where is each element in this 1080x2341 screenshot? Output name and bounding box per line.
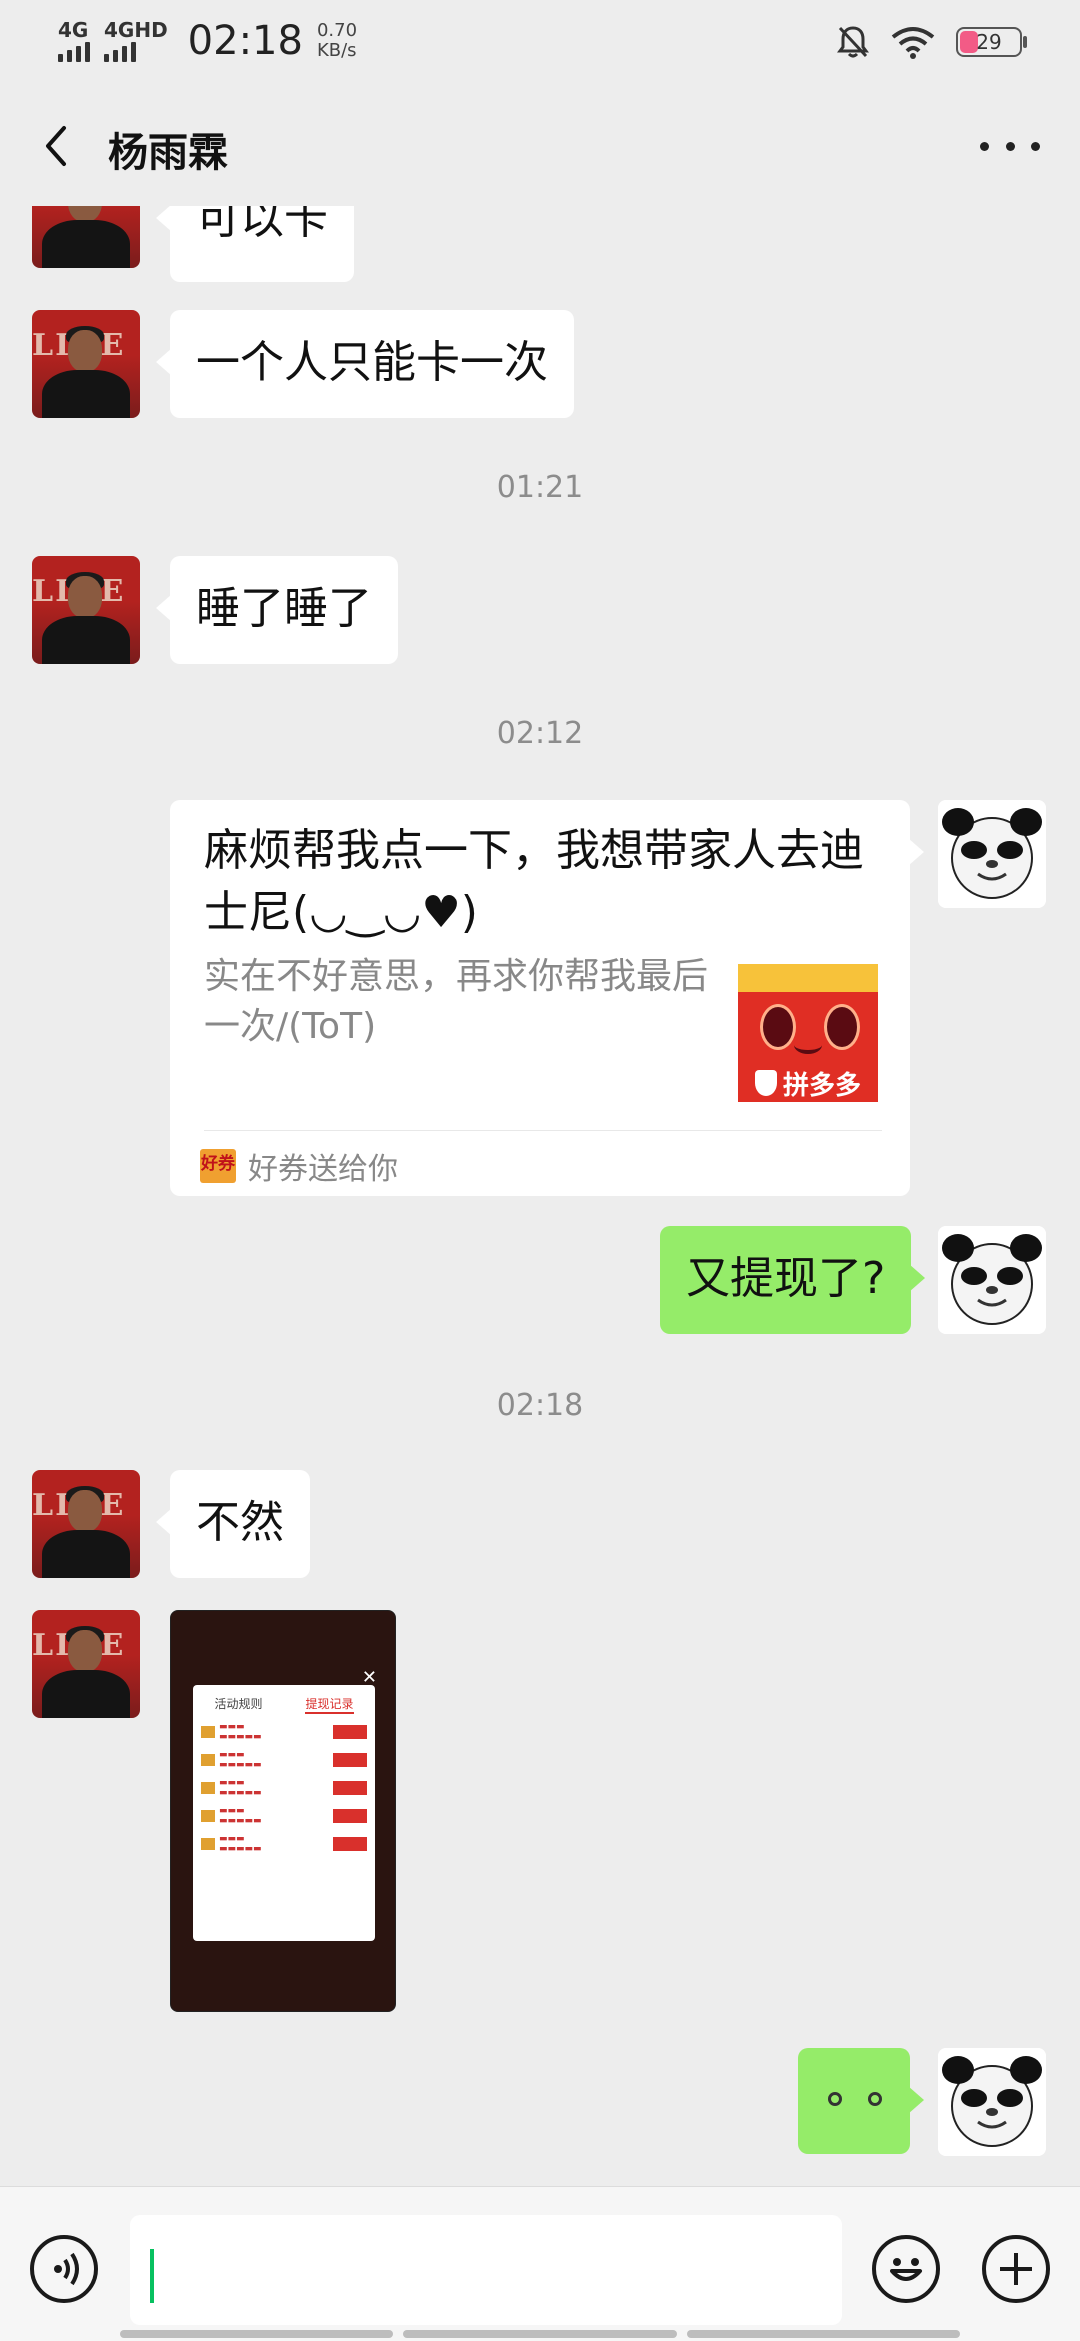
battery-icon: 29: [956, 27, 1027, 57]
contact-avatar[interactable]: LINE: [32, 556, 140, 664]
message-bubble[interactable]: 又提现了?: [660, 1226, 926, 1334]
card-thumbnail: 拼多多: [738, 964, 878, 1102]
divider: [204, 1130, 882, 1131]
home-indicator: [120, 2330, 960, 2338]
emoji-icon[interactable]: [872, 2235, 940, 2303]
message-bubble[interactable]: 睡了睡了: [156, 556, 398, 664]
wifi-icon: [891, 27, 935, 59]
my-avatar[interactable]: [938, 800, 1046, 908]
chat-header: 杨雨霖: [0, 86, 1080, 206]
signal-icon: [58, 40, 90, 62]
screenshot-tab: 活动规则: [214, 1697, 263, 1711]
contact-avatar[interactable]: LINE: [32, 1610, 140, 1718]
panda-face-icon: [938, 800, 1046, 908]
panda-face-icon: [938, 1226, 1046, 1334]
chevron-left-icon[interactable]: [36, 124, 80, 168]
screenshot-dialog: 活动规则 提现记录 ▬▬▬ ▬▬▬▬▬ ▬▬▬ ▬▬▬▬▬ ▬▬▬ ▬▬▬▬▬ ▬▬▬…: [193, 1685, 375, 1941]
message-text: 又提现了?: [686, 1253, 886, 1304]
message-bubble[interactable]: [798, 2048, 924, 2154]
battery-level: 29: [976, 30, 1002, 54]
shield-icon: [754, 1070, 777, 1096]
page-title: 杨雨霖: [108, 130, 228, 176]
my-avatar[interactable]: [938, 1226, 1046, 1334]
source-label: 好券送给你: [248, 1152, 398, 1187]
message-bubble[interactable]: 不然: [156, 1470, 310, 1578]
voice-icon[interactable]: [30, 2235, 98, 2303]
message-text: 不然: [196, 1497, 284, 1548]
message-input[interactable]: [130, 2215, 842, 2325]
network-type-2: 4GHD: [104, 18, 168, 42]
input-bar: [0, 2186, 1080, 2341]
thumb-brand-label: 拼多多: [782, 1070, 861, 1101]
speed-value: 0.70: [316, 20, 358, 41]
screenshot-tab: 提现记录: [305, 1695, 354, 1714]
text-caret: [150, 2249, 154, 2303]
card-source: 好券 好券送给你: [200, 1144, 398, 1188]
clock: 02:18: [187, 18, 303, 64]
card-title: 麻烦帮我点一下，我想带家人去迪士尼(◡‿◡♥): [204, 825, 864, 938]
timestamp: 01:21: [496, 470, 584, 505]
panda-face-icon: [938, 2048, 1046, 2156]
more-dots-icon[interactable]: [980, 128, 1040, 164]
plus-icon[interactable]: [982, 2235, 1050, 2303]
my-avatar[interactable]: [938, 2048, 1046, 2156]
network-type-1: 4G: [58, 18, 89, 42]
mute-bell-icon: [837, 26, 869, 58]
dot-glyph: [868, 2092, 882, 2106]
message-text: 可以卡: [196, 206, 328, 244]
share-card-message[interactable]: 麻烦帮我点一下，我想带家人去迪士尼(◡‿◡♥) 实在不好意思，再求你帮我最后一次…: [170, 800, 924, 1196]
contact-avatar[interactable]: LINE: [32, 310, 140, 418]
card-description: 实在不好意思，再求你帮我最后一次/(ToT): [204, 956, 709, 1047]
contact-avatar[interactable]: LINE: [32, 1470, 140, 1578]
timestamp: 02:12: [496, 716, 584, 751]
network-signal-1: 4G: [58, 20, 90, 62]
status-bar: 4G 4GHD 02:18 0.70 KB/s 29: [0, 0, 1080, 86]
message-text: 睡了睡了: [196, 583, 372, 634]
speed-unit: KB/s: [316, 40, 357, 61]
message-list[interactable]: LINE 可以卡 LINE 一个人只能卡一次 01:21 LINE 睡了睡了 0…: [0, 206, 1080, 2186]
contact-avatar[interactable]: LINE: [32, 206, 140, 268]
dot-glyph: [828, 2092, 842, 2106]
message-bubble[interactable]: 一个人只能卡一次: [156, 310, 574, 418]
signal-icon: [104, 40, 136, 62]
message-text: 一个人只能卡一次: [196, 337, 548, 388]
source-logo: 好券: [200, 1149, 236, 1183]
message-bubble[interactable]: 可以卡: [156, 206, 354, 282]
network-speed: 0.70 KB/s: [317, 21, 357, 61]
image-message[interactable]: ✕ 活动规则 提现记录 ▬▬▬ ▬▬▬▬▬ ▬▬▬ ▬▬▬▬▬ ▬▬▬ ▬▬▬▬▬ ▬…: [170, 1610, 396, 2012]
network-signal-2: 4GHD: [104, 20, 168, 62]
timestamp: 02:18: [496, 1388, 584, 1423]
